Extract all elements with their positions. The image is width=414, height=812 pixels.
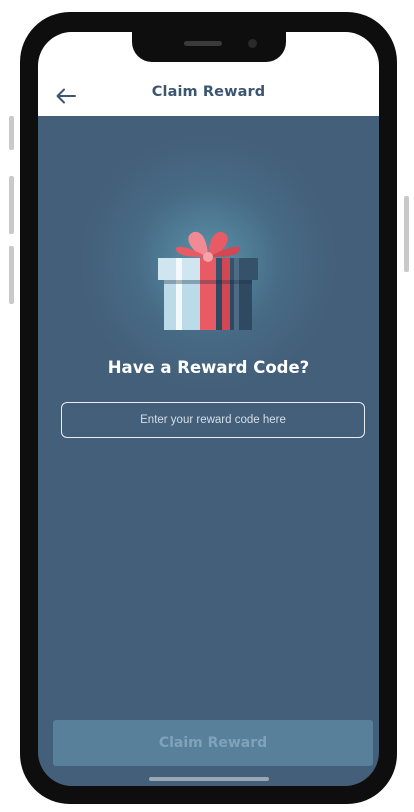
phone-side-button-volume-down [9, 246, 14, 304]
app-screen: Claim Reward Have a Reward Code? Enter y… [38, 32, 379, 786]
claim-reward-button[interactable]: Claim Reward [53, 720, 373, 766]
phone-side-button-volume-up [9, 176, 14, 234]
camera-icon [248, 39, 257, 48]
reward-code-input[interactable] [61, 402, 365, 438]
home-indicator [149, 777, 269, 781]
phone-side-button-mute [9, 116, 14, 150]
gift-box-icon [158, 231, 258, 330]
reward-code-heading: Have a Reward Code? [107, 358, 310, 377]
phone-side-button-power [404, 196, 409, 272]
speaker-grille [184, 41, 222, 46]
page-title: Claim Reward [151, 84, 266, 100]
phone-notch [132, 32, 286, 62]
phone-frame: Claim Reward Have a Reward Code? Enter y… [20, 12, 397, 804]
